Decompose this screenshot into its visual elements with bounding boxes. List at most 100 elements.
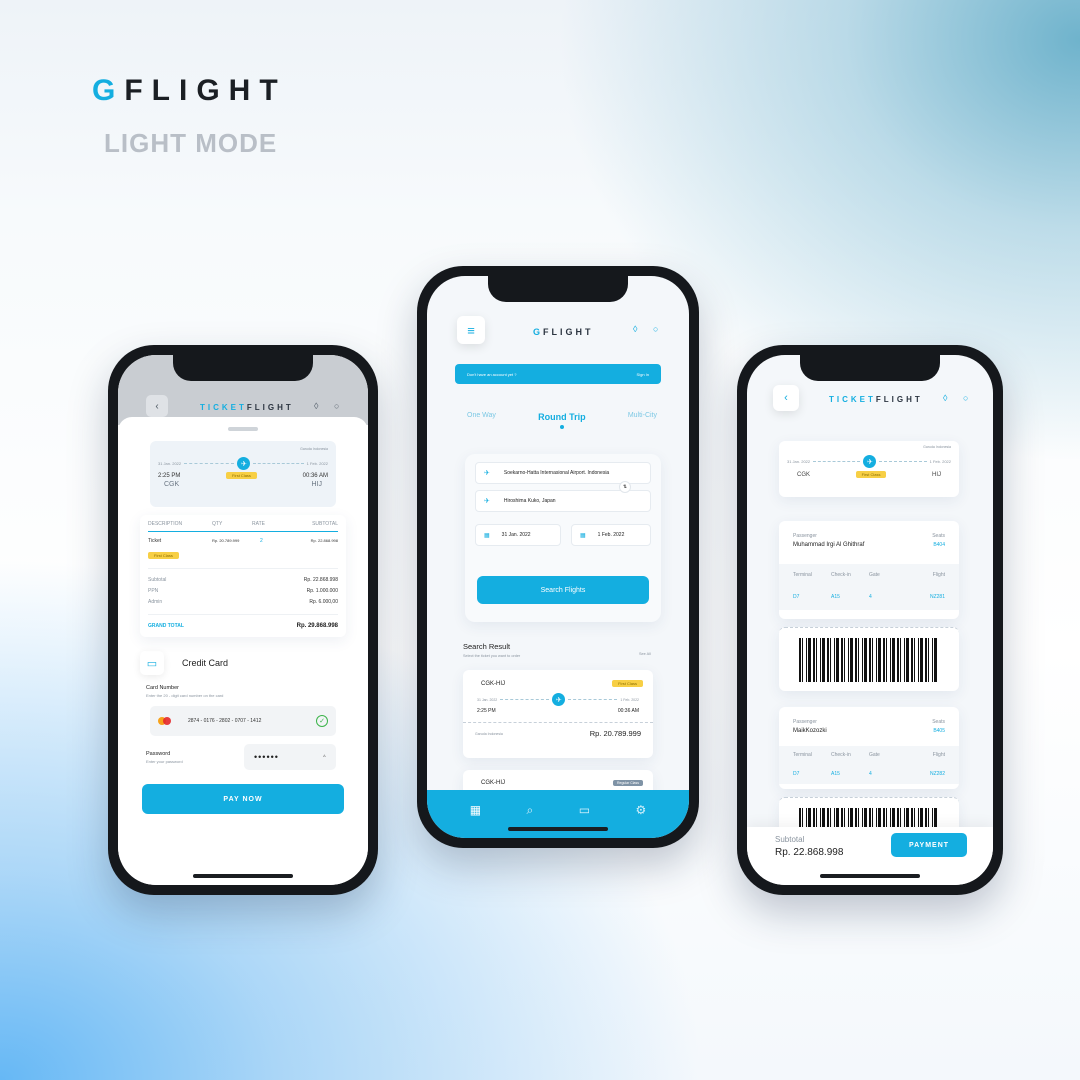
payment-method: Credit Card	[182, 658, 229, 668]
payment-button[interactable]: PAYMENT	[891, 833, 967, 857]
notch	[173, 355, 313, 381]
col-subtotal: SUBTOTAL	[312, 521, 338, 527]
brand-name: FLIGHT	[124, 74, 287, 107]
route-line	[500, 699, 550, 700]
password-value: ••••••	[254, 752, 279, 762]
header-logo: GFLIGHT	[533, 327, 594, 337]
check-icon: ✓	[316, 715, 328, 727]
class-tag: First Class	[226, 472, 257, 479]
from-code: CGK	[797, 471, 811, 478]
arrive-date: 1 Feb. 2022	[929, 459, 951, 464]
subtotal-value: Rp. 22.868.998	[303, 577, 338, 583]
passenger-name: MaikKozozki	[793, 728, 827, 734]
subtotal-label: Subtotal	[148, 577, 167, 583]
mastercard-icon	[158, 717, 172, 725]
home-indicator	[508, 827, 608, 831]
signin-banner[interactable]: Don't have an account yet ? Sign In	[455, 364, 661, 384]
return-date-field[interactable]: ▦ 1 Feb. 2022	[571, 524, 651, 546]
row-rate: 2	[260, 538, 263, 544]
active-tab-dot	[559, 425, 564, 429]
passenger-name: Muhammad Irgi Al Ghithraf	[793, 542, 865, 548]
subtotal-value: Rp. 22.868.998	[775, 847, 844, 858]
passenger-label: Passenger	[793, 533, 817, 539]
back-button[interactable]: ‹	[146, 395, 168, 417]
bell-icon[interactable]: ◊	[314, 401, 318, 411]
search-form: ✈ Soekarno-Hatta Internasional Airport. …	[465, 454, 661, 622]
pay-now-label: PAY NOW	[223, 795, 263, 803]
passenger-label: Passenger	[793, 719, 817, 725]
tab-one-way[interactable]: One Way	[467, 412, 496, 419]
result-class-tag: Regular Class	[613, 780, 643, 786]
bell-icon[interactable]: ◊	[943, 393, 947, 403]
tab-multi-city[interactable]: Multi-City	[628, 412, 657, 419]
seat-value: B405	[933, 728, 945, 734]
checkin-value: A15	[831, 594, 840, 600]
ticket-icon[interactable]: ▭	[579, 803, 590, 817]
payment-sheet: Garuda Indonesia 31 Jan. 2022 ✈ 1 Feb. 2…	[118, 417, 368, 885]
card-number-value: 2874 - 0176 - 2802 - 0707 - 1412	[188, 718, 262, 724]
checkin-label: Check-in	[831, 572, 851, 578]
calendar-icon: ▦	[580, 532, 586, 539]
search-icon[interactable]: ⌕	[527, 803, 534, 818]
fingerprint-icon[interactable]: ᐞ	[323, 754, 326, 761]
seat-value: B404	[933, 542, 945, 548]
banner-signin-link[interactable]: Sign In	[637, 372, 649, 377]
calendar-icon: ▦	[484, 532, 490, 539]
result-depart-date: 31 Jan. 2022	[477, 697, 498, 702]
landing-icon: ✈	[484, 498, 490, 505]
takeoff-icon: ✈	[484, 470, 490, 477]
settings-icon[interactable]: ⚙	[636, 803, 647, 817]
to-code: HIJ	[932, 471, 941, 478]
depart-date: 31 Jan. 2022	[158, 461, 182, 466]
middle-phone: ≡ GFLIGHT ◊ ○ Don't have an account yet …	[417, 266, 699, 848]
depart-date-field[interactable]: ▦ 31 Jan. 2022	[475, 524, 561, 546]
airline-name: Garuda Indonesia	[300, 447, 328, 451]
user-icon[interactable]: ○	[334, 401, 339, 411]
password-field[interactable]: •••••• ᐞ	[244, 744, 336, 770]
arrive-date: 1 Feb. 2022	[306, 461, 328, 466]
to-code: HIJ	[311, 481, 323, 488]
results-title: Search Result	[463, 642, 511, 651]
result-card[interactable]: CGK-HIJ First Class 31 Jan. 2022 ✈ 1 Feb…	[463, 670, 653, 758]
middle-screen: ≡ GFLIGHT ◊ ○ Don't have an account yet …	[427, 276, 689, 838]
to-field[interactable]: ✈ Hiroshima Kuko, Japan	[475, 490, 651, 512]
pay-now-button[interactable]: PAY NOW	[142, 784, 344, 814]
col-rate: RATE	[252, 521, 265, 527]
result-airline: Garuda Indonesia	[475, 731, 503, 736]
col-description: DESCRIPTION	[148, 521, 183, 527]
back-button[interactable]: ‹	[773, 385, 799, 411]
barcode-card	[779, 627, 959, 691]
from-value: Soekarno-Hatta Internasional Airport. In…	[503, 470, 610, 476]
sheet-handle[interactable]	[228, 427, 258, 431]
bell-icon[interactable]: ◊	[633, 324, 637, 334]
row-ticket: Ticket	[148, 538, 162, 544]
banner-text: Don't have an account yet ?	[467, 371, 517, 377]
search-flights-button[interactable]: Search Flights	[477, 576, 649, 604]
password-label: Password	[146, 750, 171, 757]
see-all-link[interactable]: See All	[639, 652, 651, 656]
ppn-value: Rp. 1.000.000	[306, 588, 338, 594]
grid-icon[interactable]: ▦	[470, 803, 481, 817]
home-indicator	[193, 874, 293, 878]
card-number-field[interactable]: 2874 - 0176 - 2802 - 0707 - 1412 ✓	[150, 706, 336, 736]
user-icon[interactable]: ○	[653, 324, 658, 334]
right-phone: ‹ TICKETFLIGHT ◊ ○ Garuda Indonesia 31 J…	[737, 345, 1003, 895]
menu-button[interactable]: ≡	[457, 316, 485, 344]
trip-tabs: One Way Round Trip Multi-City	[467, 412, 657, 429]
route-line	[879, 461, 927, 462]
to-value: Hiroshima Kuko, Japan	[503, 498, 556, 504]
home-indicator	[820, 874, 920, 878]
admin-value: Rp. 6.000,00	[309, 599, 338, 605]
flight-label: Flight	[932, 572, 945, 578]
swap-button[interactable]: ⇅	[619, 481, 631, 493]
route-line	[184, 463, 235, 464]
flight-label: Flight	[932, 752, 945, 758]
route-line	[568, 699, 618, 700]
gate-label: Gate	[869, 752, 880, 758]
row-subtotal: Rp. 22.868.998	[310, 538, 338, 543]
result-price: Rp. 20.789.999	[589, 729, 641, 738]
mode-label: LIGHT MODE	[104, 128, 278, 158]
user-icon[interactable]: ○	[963, 393, 968, 403]
tab-round-trip[interactable]: Round Trip	[538, 412, 586, 429]
checkin-label: Check-in	[831, 752, 851, 758]
